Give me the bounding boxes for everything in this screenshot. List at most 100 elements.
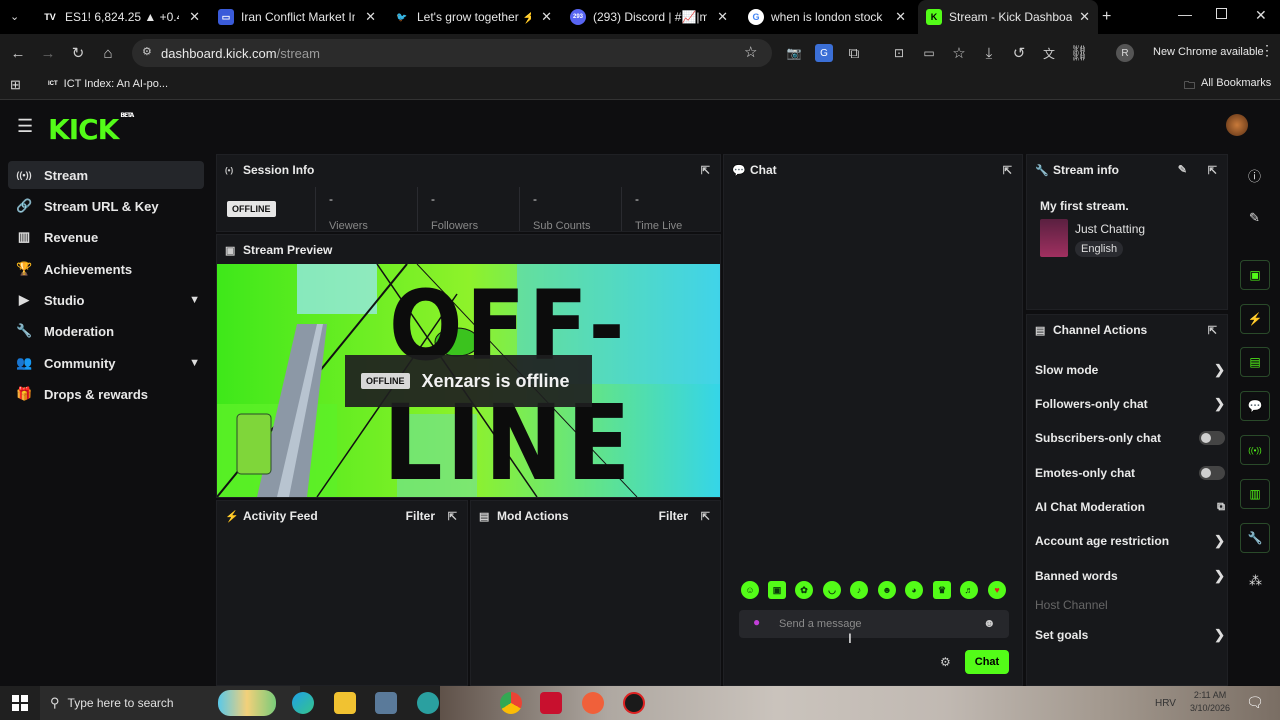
app-icon[interactable] [623, 692, 645, 714]
action-followers-only[interactable]: Followers-only chat ❯ [1035, 392, 1225, 416]
close-icon[interactable]: ✕ [895, 9, 906, 25]
browser-tab[interactable]: G when is london stock exch ✕ [740, 0, 914, 34]
download-icon[interactable]: ⤓ [980, 44, 998, 62]
app-icon[interactable] [417, 692, 439, 714]
site-info-icon[interactable]: ⚙ [142, 45, 152, 58]
sidebar-item-stream-url-key[interactable]: 🔗 Stream URL & Key [8, 192, 204, 220]
browser-tab[interactable]: TV ES1! 6,824.25 ▲ +0.45% d ✕ [34, 0, 208, 34]
rail-document-button[interactable]: ▤ [1240, 347, 1270, 377]
category-thumbnail[interactable] [1040, 219, 1068, 257]
toggle-switch[interactable] [1199, 431, 1225, 445]
bookmark-star-icon[interactable]: ☆ [744, 43, 757, 61]
popout-icon[interactable]: ⇱ [1208, 324, 1217, 337]
emote-icon[interactable]: ◡ [823, 581, 841, 599]
sidebar-item-achievements[interactable]: 🏆 Achievements [8, 255, 204, 283]
browser-tab[interactable]: 🐦 Let's grow together ⚡ Co ✕ [386, 0, 560, 34]
browser-tab[interactable]: ▭ Iran Conflict Market Impac ✕ [210, 0, 384, 34]
address-bar[interactable]: ⚙ dashboard.kick.com/stream ☆ [132, 39, 772, 67]
rail-wrench-button[interactable]: 🔧 [1240, 523, 1270, 553]
chat-settings-icon[interactable]: ⚙ [940, 655, 951, 669]
close-window-icon[interactable]: ✕ [1255, 7, 1267, 24]
favorites-icon[interactable]: ☆ [950, 44, 968, 62]
popout-icon[interactable]: ⇱ [448, 510, 457, 523]
back-icon[interactable]: ← [9, 44, 27, 62]
edit-icon[interactable]: ✎ [1249, 210, 1260, 226]
action-set-goals[interactable]: Set goals ❯ [1035, 623, 1225, 647]
sidebar-item-moderation[interactable]: 🔧 Moderation [8, 317, 204, 345]
hamburger-menu-icon[interactable]: ☰ [17, 116, 33, 137]
history-icon[interactable]: ↺ [1010, 44, 1028, 62]
browser-tab[interactable]: 293 (293) Discord | #📈|marke ✕ [562, 0, 736, 34]
notifications-icon[interactable]: 🗨 [1246, 694, 1264, 711]
close-icon[interactable]: ✕ [1079, 9, 1090, 25]
bookmark-item[interactable]: ICT ICT Index: An AI-po... [48, 78, 168, 90]
category-name[interactable]: Just Chatting [1075, 222, 1145, 236]
reload-icon[interactable]: ↻ [69, 44, 87, 62]
new-tab-icon[interactable]: + [1102, 8, 1111, 26]
maximize-icon[interactable] [1216, 8, 1227, 19]
rail-lightning-button[interactable]: ⚡ [1240, 304, 1270, 334]
close-icon[interactable]: ✕ [541, 9, 552, 25]
emote-icon[interactable]: ◕ [905, 581, 923, 599]
action-account-age[interactable]: Account age restriction ❯ [1035, 529, 1225, 553]
filter-button[interactable]: Filter [659, 509, 688, 523]
info-icon[interactable]: ⓘ [1248, 166, 1261, 185]
rail-panel-button[interactable]: ▥ [1240, 479, 1270, 509]
browser-tab-active[interactable]: K Stream - Kick Dashboard ✕ [918, 0, 1098, 34]
extensions-icon[interactable]: ⧉ [845, 44, 863, 62]
close-icon[interactable]: ✕ [189, 9, 200, 25]
sidebar-item-stream[interactable]: ((•)) Stream [8, 161, 204, 189]
close-icon[interactable]: ✕ [717, 9, 728, 25]
emote-icon[interactable]: ♪ [850, 581, 868, 599]
emote-icon[interactable]: ▣ [768, 581, 786, 599]
app-icon[interactable] [375, 692, 397, 714]
user-avatar[interactable] [1226, 114, 1248, 136]
filter-button[interactable]: Filter [406, 509, 435, 523]
sidebar-item-community[interactable]: 👥 Community ▼ [8, 349, 204, 377]
popout-icon[interactable]: ⇱ [1003, 164, 1012, 177]
emoji-icon[interactable]: ☻ [983, 616, 996, 630]
new-chrome-notice[interactable]: New Chrome available [1153, 46, 1264, 58]
camera-icon[interactable]: 📷 [785, 44, 803, 62]
chat-input[interactable]: ● Send a message ☻ [739, 610, 1009, 638]
forward-icon[interactable]: → [39, 44, 57, 62]
translate-icon[interactable]: G [815, 44, 833, 62]
layout-icon[interactable]: ⁂ [1249, 573, 1262, 589]
clock[interactable]: 2:11 AM 3/10/2026 [1190, 689, 1230, 715]
rail-broadcast-button[interactable]: ((•)) [1240, 435, 1270, 465]
toggle-switch[interactable] [1199, 466, 1225, 480]
apps-grid-icon[interactable]: ⊞ [10, 77, 21, 93]
emote-icon[interactable]: ✿ [795, 581, 813, 599]
emote-icon[interactable]: ♬ [960, 581, 978, 599]
menu-dots-icon[interactable]: ⋮ [1260, 42, 1274, 59]
all-bookmarks[interactable]: 🗀 All Bookmarks [1184, 77, 1271, 96]
emote-icon[interactable]: ♛ [933, 581, 951, 599]
edit-pencil-icon[interactable]: ✎ [1178, 163, 1187, 176]
file-explorer-icon[interactable] [334, 692, 356, 714]
rail-chat-button[interactable]: 💬 [1240, 391, 1270, 421]
action-slow-mode[interactable]: Slow mode ❯ [1035, 358, 1225, 382]
popout-icon[interactable]: ⇱ [1208, 164, 1217, 177]
kick-logo[interactable]: KICK BETA [48, 112, 134, 146]
app-icon[interactable] [540, 692, 562, 714]
action-emotes-only[interactable]: Emotes-only chat [1035, 461, 1225, 485]
tab-list-icon[interactable]: ⌄ [10, 10, 19, 23]
popout-icon[interactable]: ⇱ [701, 164, 710, 177]
keyboard-language[interactable]: HRV [1155, 698, 1176, 709]
sidebar-item-revenue[interactable]: ▥ Revenue [8, 223, 204, 251]
emote-icon[interactable]: ☺ [741, 581, 759, 599]
action-banned-words[interactable]: Banned words ❯ [1035, 564, 1225, 588]
close-icon[interactable]: ✕ [365, 9, 376, 25]
popout-icon[interactable]: ⇱ [701, 510, 710, 523]
share-link-icon[interactable]: ⛓ [1069, 44, 1088, 62]
rail-screen-button[interactable]: ▣ [1240, 260, 1270, 290]
sidebar-item-studio[interactable]: ▶ Studio ▼ [8, 286, 204, 314]
home-icon[interactable]: ⌂ [99, 44, 117, 62]
windows-start-icon[interactable] [12, 695, 28, 711]
edge-icon[interactable] [292, 692, 314, 714]
app-icon[interactable] [582, 692, 604, 714]
profile-avatar[interactable]: R [1116, 44, 1134, 62]
card-icon[interactable]: ▭ [920, 44, 938, 62]
microphone-icon[interactable]: ● [753, 615, 760, 629]
emote-icon[interactable]: ♥ [988, 581, 1006, 599]
